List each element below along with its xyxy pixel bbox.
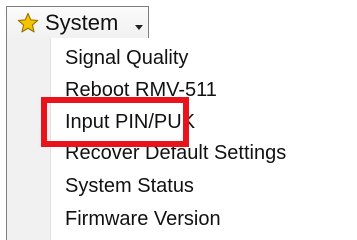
menu-bar: System — [0, 0, 357, 38]
menu-item-label: Signal Quality — [65, 46, 189, 69]
menu-icon-gutter — [7, 38, 51, 240]
menu-item-reboot[interactable]: Reboot RMV-511 — [65, 75, 355, 105]
menu-item-label: Reboot RMV-511 — [65, 78, 217, 101]
menu-item-firmware-version[interactable]: Firmware Version — [65, 204, 355, 234]
chevron-down-icon — [134, 19, 144, 30]
menu-item-label: Recover Default Settings — [65, 141, 287, 164]
system-dropdown-menu: Signal Quality Reboot RMV-511 Input PIN/… — [6, 38, 357, 240]
menu-item-system-status[interactable]: System Status — [65, 171, 355, 201]
app-root: System Signal Quality Reboot RMV-511 Inp… — [0, 0, 357, 240]
system-menu-label: System — [45, 9, 119, 35]
menu-item-recover-default-settings[interactable]: Recover Default Settings — [65, 138, 355, 168]
menu-item-input-pin-puk[interactable]: Input PIN/PUK — [65, 107, 355, 137]
star-icon — [17, 12, 39, 34]
menu-item-label: Firmware Version — [65, 207, 221, 230]
menu-item-label: System Status — [65, 174, 194, 197]
menu-item-signal-quality[interactable]: Signal Quality — [65, 43, 355, 73]
system-menu-button[interactable]: System — [6, 6, 149, 38]
menu-item-label: Input PIN/PUK — [65, 110, 196, 133]
